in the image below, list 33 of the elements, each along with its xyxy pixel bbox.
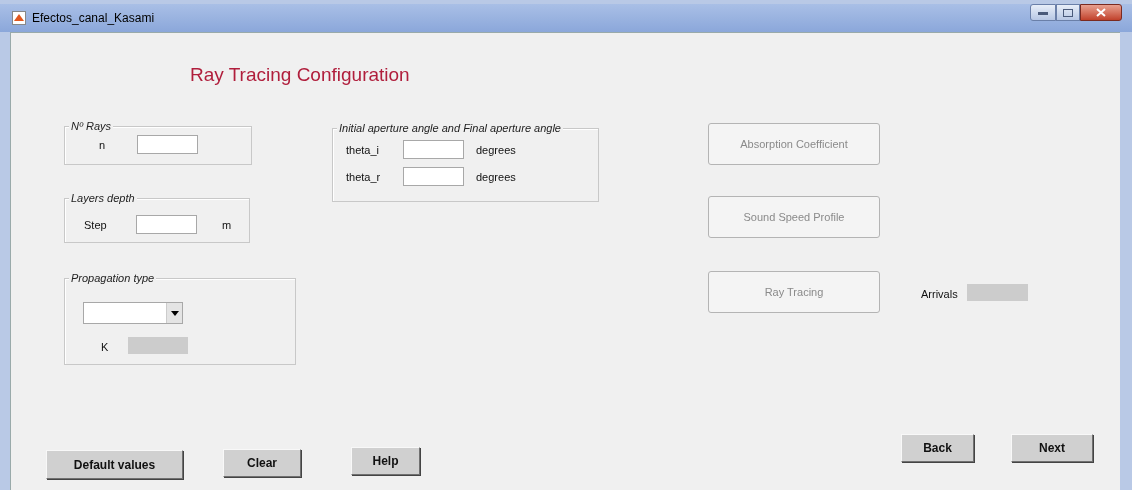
dropdown-arrow-icon <box>170 310 179 316</box>
panel-title: Layers depth <box>69 192 137 205</box>
bottom-button[interactable]: Help <box>351 447 420 475</box>
app-icon <box>12 11 26 25</box>
bottom-button[interactable]: Back <box>901 434 974 462</box>
bottom-button[interactable]: Clear <box>223 449 301 477</box>
input-field[interactable] <box>403 167 464 186</box>
unit-label: m <box>222 219 232 232</box>
bottom-button[interactable]: Default values <box>46 450 183 479</box>
window-title: Efectos_canal_Kasami <box>32 10 155 27</box>
bottom-button[interactable]: Next <box>1011 434 1093 462</box>
unit-label: degrees <box>476 144 516 157</box>
page-heading: Ray Tracing Configuration <box>190 63 410 87</box>
input-field[interactable] <box>137 135 198 154</box>
minimize-button[interactable] <box>1030 4 1056 21</box>
unit-label: degrees <box>476 171 516 184</box>
input-field[interactable] <box>403 140 464 159</box>
panel-title: Initial aperture angle and Final aperture angle <box>337 122 563 135</box>
close-button[interactable] <box>1080 4 1122 21</box>
field-label: n <box>99 139 106 152</box>
dropdown[interactable] <box>83 302 183 324</box>
field-label: K <box>101 341 109 354</box>
close-icon <box>1096 8 1106 17</box>
maximize-button[interactable] <box>1056 4 1080 21</box>
panel-title: Propagation type <box>69 272 157 285</box>
minimize-icon <box>1038 10 1048 15</box>
input-field[interactable] <box>136 215 197 234</box>
panel-title: Nº Rays <box>69 120 114 133</box>
field-label: theta_i <box>346 144 380 157</box>
field-label: theta_r <box>346 171 381 184</box>
maximize-icon <box>1063 8 1073 17</box>
field-label: Step <box>84 219 107 232</box>
arrivals-label: Arrivals <box>921 288 958 301</box>
